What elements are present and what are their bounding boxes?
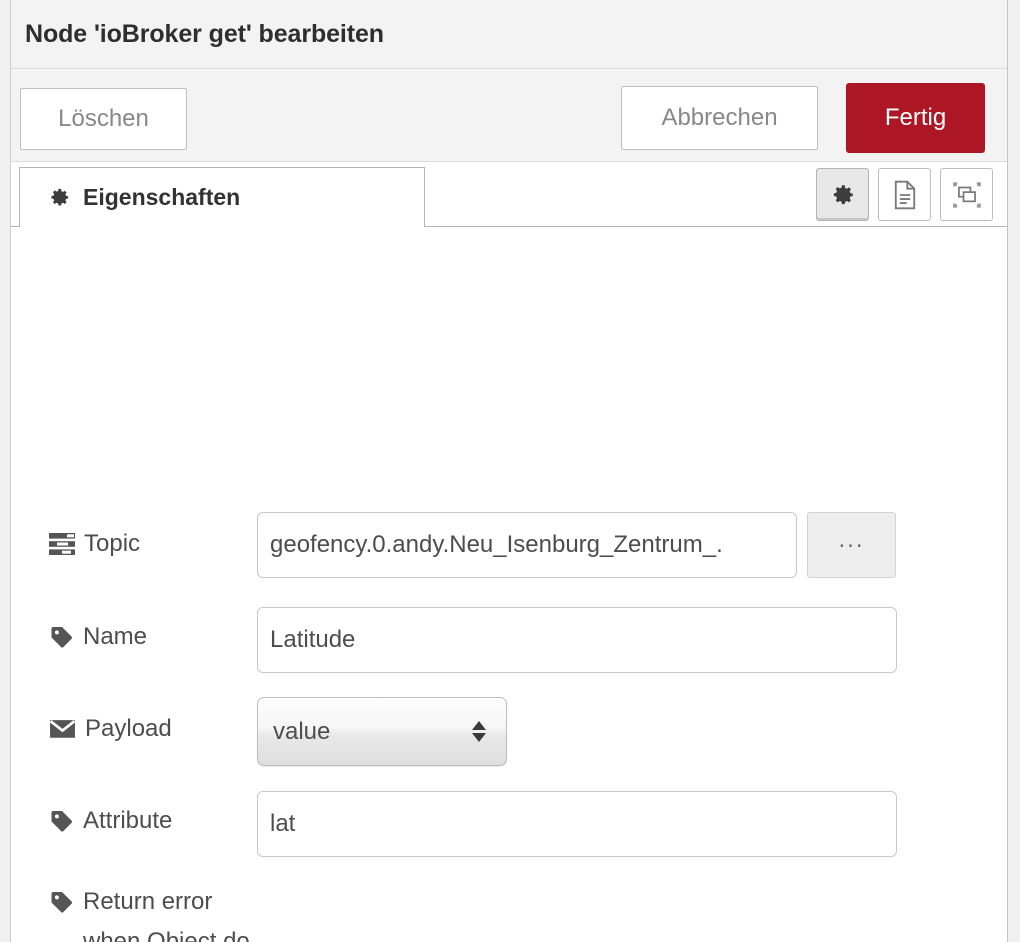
gear-icon — [48, 186, 71, 209]
name-label-text: Name — [83, 623, 148, 650]
node-properties-form: Topic ... Name Payload — [11, 227, 1007, 942]
return-error-label: Return error when Object do not exist — [49, 882, 278, 942]
return-error-label-line2: when Object do — [83, 928, 250, 942]
topic-browse-button[interactable]: ... — [807, 512, 896, 578]
appearance-icon — [952, 181, 982, 209]
chevron-updown-icon — [464, 721, 494, 742]
description-view-button[interactable] — [878, 168, 931, 221]
tab-eigenschaften[interactable]: Eigenschaften — [19, 167, 425, 227]
edit-node-dialog: Node 'ioBroker get' bearbeiten Löschen A… — [10, 0, 1008, 942]
topic-input[interactable] — [257, 512, 797, 578]
payload-label: Payload — [49, 709, 172, 749]
topic-label-text: Topic — [84, 530, 141, 557]
tab-tool-group — [816, 168, 993, 221]
page-title: Node 'ioBroker get' bearbeiten — [25, 19, 384, 48]
tag-icon — [49, 890, 74, 914]
tag-icon — [49, 625, 74, 649]
return-error-label-line1: Return error — [83, 888, 213, 915]
name-input[interactable] — [257, 607, 897, 673]
tag-icon — [49, 809, 74, 833]
name-label: Name — [49, 617, 147, 657]
delete-button[interactable]: Löschen — [20, 88, 187, 150]
cancel-button[interactable]: Abbrechen — [621, 86, 818, 150]
payload-label-text: Payload — [85, 715, 172, 742]
topic-label: Topic — [49, 524, 140, 564]
payload-select-value: value — [273, 717, 331, 745]
properties-view-button[interactable] — [816, 168, 869, 221]
attribute-input[interactable] — [257, 791, 897, 857]
tasks-icon — [49, 533, 75, 555]
return-error-label-text: Return error when Object do not exist — [83, 882, 278, 942]
document-icon — [892, 180, 918, 210]
payload-select[interactable]: value — [257, 697, 507, 766]
appearance-view-button[interactable] — [940, 168, 993, 221]
dialog-button-bar: Löschen Abbrechen Fertig — [11, 69, 1007, 162]
dialog-header: Node 'ioBroker get' bearbeiten — [11, 0, 1007, 69]
tab-bar: Eigenschaften — [11, 162, 1007, 227]
done-button[interactable]: Fertig — [846, 83, 985, 153]
tab-label: Eigenschaften — [83, 184, 241, 210]
attribute-label: Attribute — [49, 801, 172, 841]
attribute-label-text: Attribute — [83, 807, 173, 834]
envelope-icon — [49, 719, 76, 740]
gear-icon — [830, 182, 856, 208]
